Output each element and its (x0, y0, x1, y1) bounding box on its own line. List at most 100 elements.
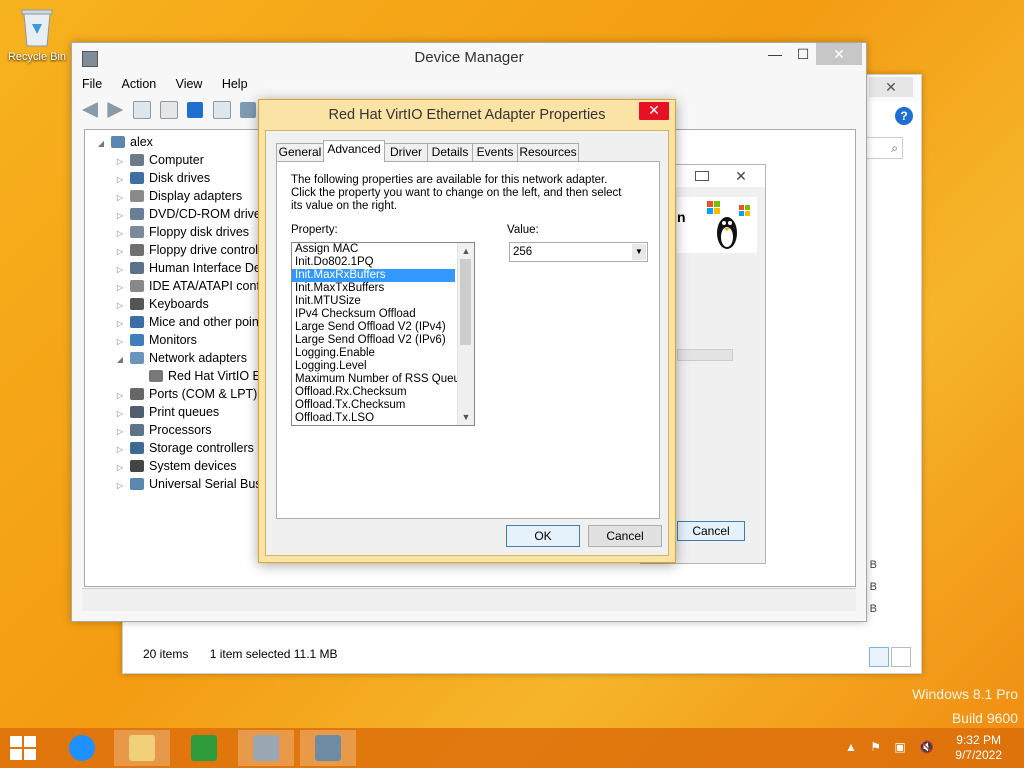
tree-category[interactable]: ▷ Floppy drive controll (85, 241, 261, 259)
device-manager-icon[interactable] (238, 730, 294, 766)
file-explorer-icon[interactable] (114, 730, 170, 766)
tree-category[interactable]: ▷ Display adapters (85, 187, 242, 205)
explorer-close-button[interactable]: ✕ (869, 77, 913, 97)
property-list-item[interactable]: IPv4 Checksum Offload (292, 308, 455, 321)
maximize-button[interactable] (695, 171, 709, 181)
tree-label: Computer (149, 153, 204, 167)
tree-label: Storage controllers (149, 441, 254, 455)
keyboard-icon (130, 298, 144, 310)
help-icon[interactable]: ? (895, 107, 913, 125)
tab-details[interactable]: Details (427, 143, 473, 161)
tab-events[interactable]: Events (472, 143, 518, 161)
property-list-item[interactable]: Assign MAC (292, 243, 455, 256)
tree-category[interactable]: ▷ Processors (85, 421, 212, 439)
back-icon[interactable] (82, 102, 98, 118)
tree-category[interactable]: ▷ Universal Serial Bus c (85, 475, 271, 493)
property-list-item[interactable]: Logging.Enable (292, 347, 455, 360)
property-list-item[interactable]: Init.MTUSize (292, 295, 455, 308)
tree-label: Network adapters (149, 351, 247, 365)
scroll-down-icon[interactable]: ▼ (458, 409, 474, 425)
tab-driver[interactable]: Driver (384, 143, 428, 161)
size-label: B (869, 581, 877, 593)
tree-category[interactable]: ▷ Disk drives (85, 169, 210, 187)
tree-category[interactable]: ◢ Network adapters (85, 349, 247, 367)
property-list-scrollbar[interactable]: ▲ ▼ (457, 243, 474, 425)
start-button[interactable] (10, 736, 38, 762)
action-pane-icon[interactable] (212, 101, 231, 119)
tab-resources[interactable]: Resources (517, 143, 579, 161)
recycle-bin[interactable]: Recycle Bin (6, 6, 68, 63)
tree-category[interactable]: ▷ DVD/CD-ROM drives (85, 205, 267, 223)
tree-root[interactable]: ◢ alex (85, 133, 153, 151)
chevron-up-icon[interactable]: ▲ (845, 740, 857, 754)
clock[interactable]: 9:32 PM 9/7/2022 (955, 733, 1002, 763)
maximize-button[interactable]: ☐ (790, 43, 816, 65)
store-icon[interactable] (176, 730, 232, 766)
menu-view[interactable]: View (176, 77, 203, 91)
menu-help[interactable]: Help (222, 77, 248, 91)
property-list-item[interactable]: Offload.Tx.Checksum (292, 399, 455, 412)
show-hide-console-tree-icon[interactable] (132, 101, 151, 119)
chevron-right-icon[interactable]: ▷ (114, 477, 126, 495)
property-list-item[interactable]: Init.Do802.1PQ (292, 256, 455, 269)
close-button[interactable]: ✕ (723, 167, 759, 185)
tree-category[interactable]: ▷ Print queues (85, 403, 219, 421)
network-settings-icon[interactable] (300, 730, 356, 766)
tree-label: Mice and other point (149, 315, 263, 329)
property-list-item[interactable]: Init.MaxTxBuffers (292, 282, 455, 295)
system-device-icon (130, 460, 144, 472)
menu-action[interactable]: Action (122, 77, 157, 91)
tree-label: Universal Serial Bus c (149, 477, 272, 491)
value-label: Value: (507, 224, 539, 236)
property-list-item[interactable]: Large Send Offload V2 (IPv6) (292, 334, 455, 347)
tree-label: System devices (149, 459, 237, 473)
property-list-item[interactable]: Large Send Offload V2 (IPv4) (292, 321, 455, 334)
property-list[interactable]: Assign MAC Init.Do802.1PQ Init.MaxRxBuffer… (291, 242, 475, 426)
tree-category[interactable]: ▷ Human Interface Dev (85, 259, 267, 277)
size-label: B (869, 559, 877, 571)
usb-icon (130, 478, 144, 490)
help-icon[interactable] (187, 102, 204, 118)
scroll-up-icon[interactable]: ▲ (458, 243, 474, 259)
tree-category[interactable]: ▷ System devices (85, 457, 237, 475)
tree-leaf-device[interactable]: Red Hat VirtIO Eth (85, 367, 271, 385)
tree-category[interactable]: ▷ Ports (COM & LPT) (85, 385, 257, 403)
volume-muted-icon[interactable]: 🔇 (919, 740, 934, 754)
dialog-close-button[interactable]: ✕ (639, 102, 669, 120)
tree-category[interactable]: ▷ Floppy disk drives (85, 223, 249, 241)
tree-category[interactable]: ▷ Computer (85, 151, 204, 169)
tree-category[interactable]: ▷ IDE ATA/ATAPI contr (85, 277, 264, 295)
tree-category[interactable]: ▷ Storage controllers (85, 439, 254, 457)
value-dropdown[interactable]: 256 ▼ (509, 242, 648, 262)
close-button[interactable]: ✕ (816, 43, 862, 65)
network-icon[interactable]: ▣ (894, 740, 905, 754)
flag-icon[interactable]: ⚑ (870, 740, 881, 754)
forward-icon[interactable] (107, 102, 124, 118)
tree-category[interactable]: ▷ Mice and other point (85, 313, 262, 331)
chevron-down-icon[interactable]: ▼ (632, 244, 646, 260)
menu-file[interactable]: File (82, 77, 102, 91)
properties-icon[interactable] (160, 101, 179, 119)
scroll-thumb[interactable] (460, 259, 471, 345)
tab-advanced[interactable]: Advanced (323, 140, 385, 162)
large-icons-view-icon[interactable] (891, 647, 911, 667)
property-label: Property: (291, 224, 338, 236)
property-list-item[interactable]: Init.MaxRxBuffers (292, 269, 455, 282)
cancel-button[interactable]: Cancel (588, 525, 662, 547)
property-list-item[interactable]: Offload.Tx.LSO (292, 412, 455, 425)
tree-label: Display adapters (149, 189, 243, 203)
windows-watermark-edition: Windows 8.1 Pro (912, 686, 1018, 702)
property-list-item[interactable]: Offload.Rx.Checksum (292, 386, 455, 399)
tree-label: Floppy disk drives (149, 225, 250, 239)
ok-button[interactable]: OK (506, 525, 580, 547)
property-list-item[interactable]: Maximum Number of RSS Queues (292, 373, 472, 386)
tab-general[interactable]: General (276, 143, 324, 161)
tree-category[interactable]: ▷ Keyboards (85, 295, 209, 313)
property-list-item[interactable]: Logging.Level (292, 360, 455, 373)
update-driver-icon[interactable] (240, 102, 257, 118)
internet-explorer-icon[interactable] (54, 730, 110, 766)
cancel-button[interactable]: Cancel (677, 521, 745, 541)
minimize-button[interactable]: — (762, 43, 788, 65)
details-view-icon[interactable] (869, 647, 889, 667)
tree-category[interactable]: ▷ Monitors (85, 331, 197, 349)
